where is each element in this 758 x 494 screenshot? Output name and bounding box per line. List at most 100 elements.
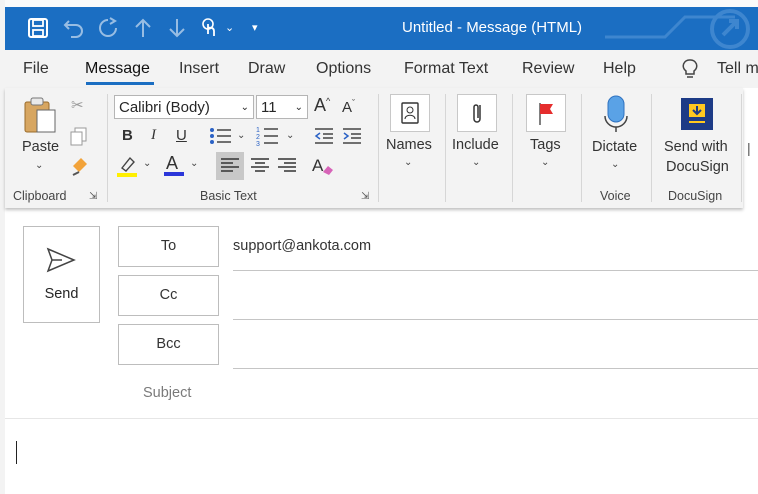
numbering-icon[interactable]: 123 [256, 125, 280, 152]
dictate-chevron-icon[interactable]: ⌄ [611, 159, 619, 170]
body-separator [5, 418, 758, 419]
window-title: Untitled - Message (HTML) [402, 19, 583, 36]
voice-group-label: Voice [600, 189, 631, 203]
subject-field[interactable] [233, 378, 758, 412]
to-field-underline [233, 270, 758, 271]
format-painter-icon[interactable] [69, 154, 91, 181]
italic-button[interactable]: I [151, 127, 156, 144]
copy-icon[interactable] [69, 126, 89, 151]
redo-icon[interactable] [97, 17, 119, 44]
tags-chevron-icon[interactable]: ⌄ [541, 157, 549, 168]
customize-qat-icon[interactable]: ▾ [252, 17, 258, 39]
font-size-chevron-icon: ⌄ [294, 102, 303, 113]
tab-message[interactable]: Message [85, 60, 150, 78]
paste-button[interactable] [22, 96, 58, 141]
touch-mode-icon[interactable] [199, 17, 219, 44]
align-left-icon [221, 158, 239, 172]
cc-field-underline [233, 319, 758, 320]
save-icon[interactable] [27, 17, 49, 44]
tab-options[interactable]: Options [316, 60, 371, 78]
svg-text:1: 1 [256, 127, 260, 134]
send-with-docusign-label-1: Send with [664, 139, 728, 155]
font-name-combo[interactable]: Calibri (Body) ⌄ [114, 95, 254, 119]
active-tab-indicator [86, 82, 154, 85]
flag-icon [539, 103, 553, 125]
clipboard-group-label: Clipboard [13, 189, 67, 203]
tab-review[interactable]: Review [522, 60, 574, 78]
svg-text:3: 3 [256, 141, 260, 147]
send-icon [46, 247, 76, 273]
increase-indent-icon[interactable] [341, 126, 363, 151]
paste-chevron-icon[interactable]: ⌄ [35, 160, 43, 171]
include-icon-box[interactable] [457, 94, 497, 132]
align-center-icon[interactable] [247, 152, 273, 185]
to-button[interactable]: To [118, 226, 219, 267]
decrease-indent-icon[interactable] [313, 126, 335, 151]
shrink-font-button[interactable]: Aˇ [342, 98, 355, 116]
group-separator [445, 94, 446, 202]
undo-icon[interactable] [63, 17, 85, 44]
ribbon: Paste ⌄ ✂ Clipboard ⇲ Calibri (Body) ⌄ 1… [5, 88, 743, 208]
names-chevron-icon[interactable]: ⌄ [404, 157, 412, 168]
tags-label: Tags [530, 137, 561, 153]
tab-help[interactable]: Help [603, 60, 636, 78]
bcc-field-underline [233, 368, 758, 369]
clear-formatting-icon[interactable]: A [311, 154, 335, 183]
group-separator [107, 94, 108, 202]
group-separator [581, 94, 582, 202]
highlight-icon[interactable] [116, 154, 138, 183]
tab-format-text[interactable]: Format Text [404, 60, 488, 78]
lightbulb-icon [681, 58, 699, 85]
font-color-icon[interactable]: A [163, 152, 185, 183]
cc-button[interactable]: Cc [118, 275, 219, 316]
paperclip-icon [473, 104, 481, 123]
tab-insert[interactable]: Insert [179, 60, 219, 78]
font-name-value: Calibri (Body) [119, 99, 210, 116]
align-right-icon[interactable] [274, 152, 300, 185]
numbering-chevron-icon[interactable]: ⌄ [286, 130, 294, 141]
bullets-chevron-icon[interactable]: ⌄ [237, 130, 245, 141]
tab-draw[interactable]: Draw [248, 60, 285, 78]
font-size-combo[interactable]: 11 ⌄ [256, 95, 308, 119]
basic-text-group-label: Basic Text [200, 189, 257, 203]
align-left-button[interactable] [216, 152, 244, 180]
font-name-chevron-icon: ⌄ [240, 102, 249, 113]
font-color-chevron-icon[interactable]: ⌄ [190, 158, 198, 169]
tell-me-search[interactable]: Tell m [717, 60, 758, 78]
microphone-icon[interactable] [602, 94, 630, 139]
group-separator [741, 94, 742, 202]
include-chevron-icon[interactable]: ⌄ [472, 157, 480, 168]
svg-text:2: 2 [256, 134, 260, 141]
tab-file[interactable]: File [23, 60, 49, 78]
group-separator [651, 94, 652, 202]
send-button[interactable]: Send [23, 226, 100, 323]
message-body[interactable] [5, 420, 758, 494]
cc-field[interactable] [233, 278, 758, 318]
names-icon-box[interactable] [390, 94, 430, 132]
paste-icon [24, 97, 56, 133]
paste-label: Paste [22, 139, 60, 155]
highlight-chevron-icon[interactable]: ⌄ [143, 158, 151, 169]
underline-button[interactable]: U [176, 127, 187, 144]
docusign-icon[interactable] [681, 98, 713, 130]
bold-button[interactable]: B [122, 127, 133, 144]
title-decoration [605, 9, 750, 49]
svg-text:A: A [166, 153, 178, 173]
tags-icon-box[interactable] [526, 94, 566, 132]
dictate-label: Dictate [592, 139, 638, 155]
group-separator [512, 94, 513, 202]
bcc-field[interactable] [233, 327, 758, 367]
touch-mode-chevron-icon[interactable]: ⌄ [225, 17, 234, 39]
arrow-down-icon[interactable] [167, 17, 187, 44]
to-field[interactable]: support@ankota.com [233, 238, 371, 254]
clipboard-launcher-icon[interactable]: ⇲ [89, 191, 97, 202]
bcc-button[interactable]: Bcc [118, 324, 219, 365]
cut-icon[interactable]: ✂ [71, 96, 84, 114]
address-book-icon [401, 102, 419, 124]
basic-text-launcher-icon[interactable]: ⇲ [361, 191, 369, 202]
grow-font-button[interactable]: A^ [314, 95, 330, 116]
text-caret [16, 441, 17, 464]
title-bar: ⌄ ▾ Untitled - Message (HTML) [5, 7, 758, 50]
bullets-icon[interactable] [209, 126, 233, 151]
arrow-up-icon[interactable] [133, 17, 153, 44]
